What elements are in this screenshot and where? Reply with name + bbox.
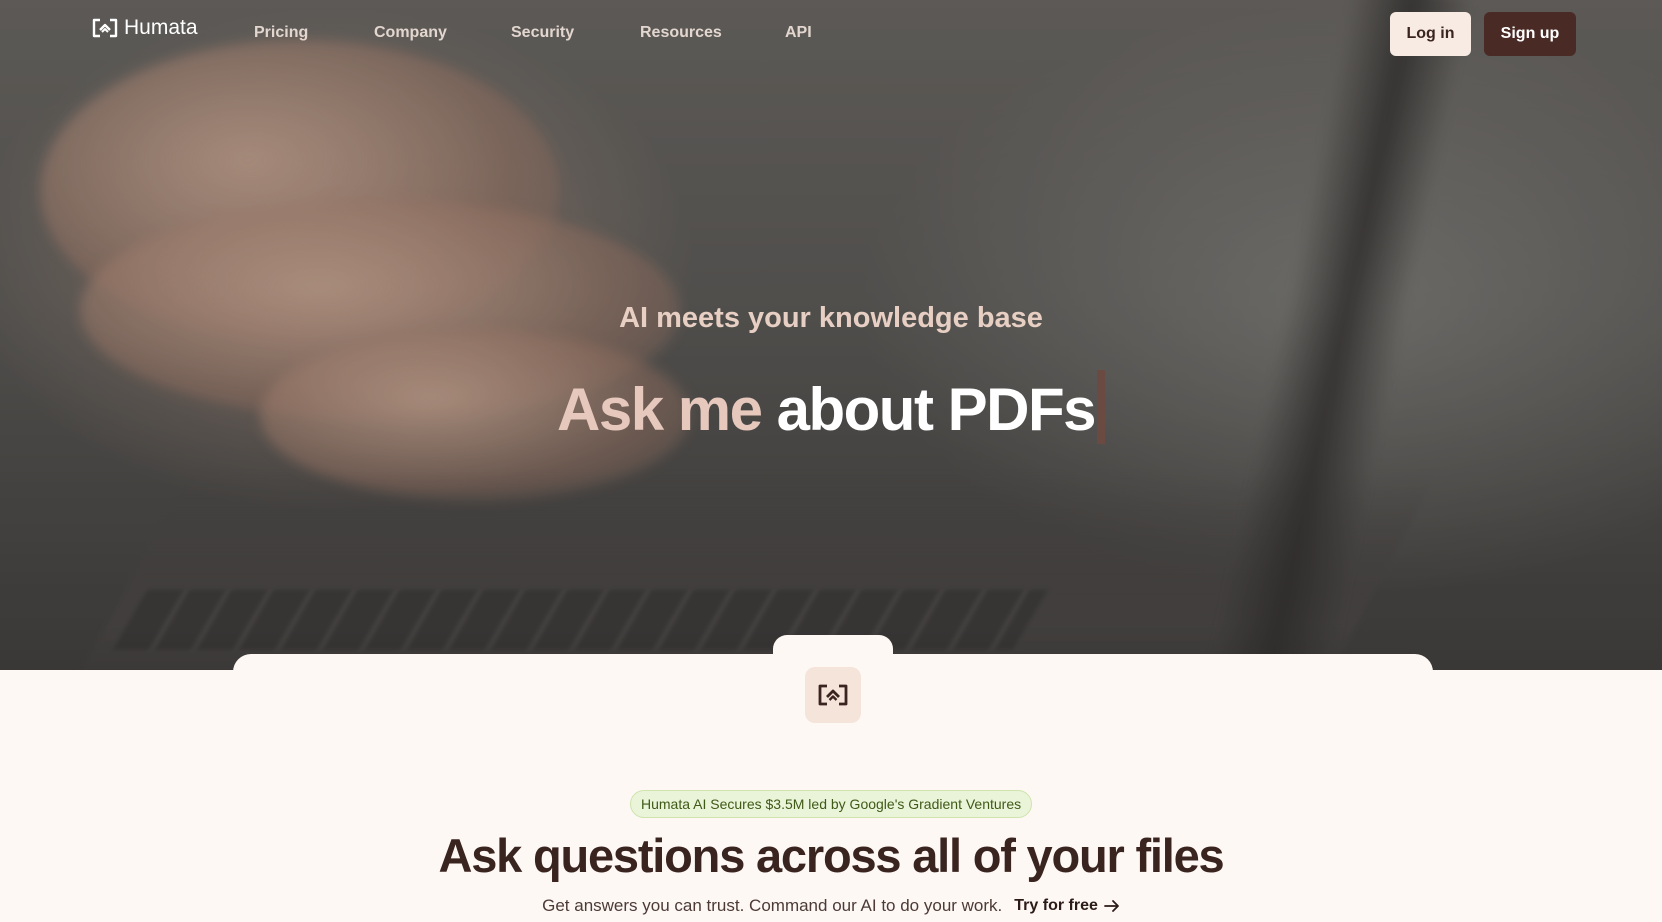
hero-background-image — [0, 0, 1662, 670]
nav-link-api[interactable]: API — [785, 24, 812, 42]
card-logo-badge — [805, 667, 861, 723]
try-for-free-link[interactable]: Try for free — [1014, 897, 1120, 915]
hero-subtitle: AI meets your knowledge base — [619, 302, 1043, 334]
hero-title-typed: Ask me — [557, 376, 763, 443]
nav-link-resources[interactable]: Resources — [640, 24, 722, 42]
login-button[interactable]: Log in — [1390, 12, 1471, 56]
humata-logo-icon — [818, 684, 848, 706]
arrow-right-icon — [1103, 900, 1119, 912]
nav-link-pricing[interactable]: Pricing — [254, 24, 308, 42]
typing-caret — [1096, 370, 1105, 444]
brand-name: Humata — [124, 16, 198, 39]
humata-logo-icon — [92, 18, 118, 38]
nav-link-security[interactable]: Security — [511, 24, 574, 42]
top-nav: Humata Pricing Company Security Resource… — [0, 0, 1662, 68]
funding-news-badge[interactable]: Humata AI Secures $3.5M led by Google's … — [630, 790, 1033, 818]
brand-logo[interactable]: Humata — [92, 16, 198, 40]
page: Humata Pricing Company Security Resource… — [0, 0, 1662, 922]
hero-overlay — [0, 0, 1662, 670]
hero-title-highlight: about PDFs — [776, 376, 1097, 443]
signup-button[interactable]: Sign up — [1484, 12, 1576, 56]
try-for-free-label: Try for free — [1014, 897, 1098, 914]
section-subline: Get answers you can trust. Command our A… — [0, 896, 1662, 916]
nav-link-company[interactable]: Company — [374, 24, 447, 42]
section-headline: Ask questions across all of your files — [438, 829, 1224, 882]
section-description: Get answers you can trust. Command our A… — [542, 896, 1003, 915]
hero-title: Ask me about PDFs — [0, 370, 1662, 444]
